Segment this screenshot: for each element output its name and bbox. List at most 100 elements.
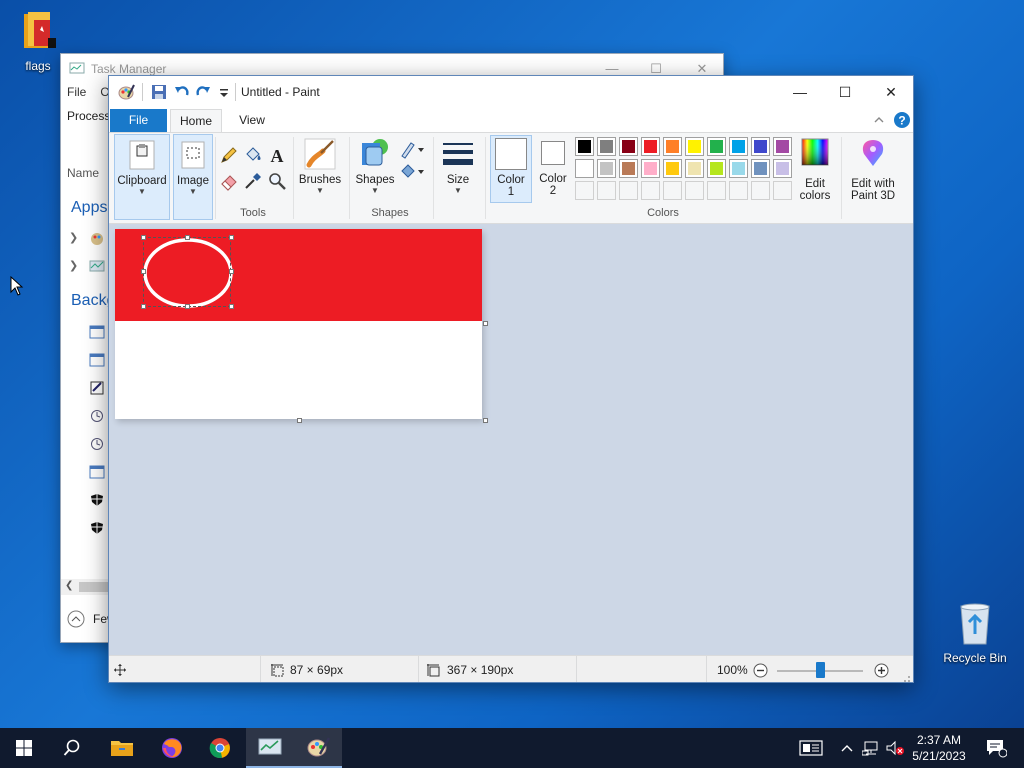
taskbar-file-explorer[interactable] (98, 728, 146, 768)
taskbar-chrome[interactable] (196, 728, 244, 768)
chevron-right-icon[interactable]: ❯ (69, 231, 78, 244)
edit-colors-button[interactable]: Edit colors (795, 137, 835, 202)
color2-button[interactable]: Color 2 (533, 135, 573, 203)
undo-icon[interactable] (173, 83, 191, 101)
menu-file[interactable]: File (67, 85, 86, 99)
canvas-resize-handle[interactable] (483, 321, 488, 326)
paint-window[interactable]: Untitled - Paint — ☐ ✕ File Home View ? … (108, 75, 914, 683)
canvas-area[interactable] (109, 224, 913, 655)
palette-swatch-empty[interactable] (685, 181, 704, 200)
maximize-button[interactable]: ☐ (822, 76, 868, 108)
palette-swatch-empty[interactable] (597, 181, 616, 200)
zoom-slider-thumb[interactable] (816, 662, 825, 678)
size-button[interactable]: Size ▼ (437, 137, 479, 195)
clock[interactable]: 2:37 AM 5/21/2023 (908, 728, 970, 768)
image-button[interactable]: Image ▼ (173, 134, 213, 220)
canvas-resize-handle[interactable] (483, 418, 488, 423)
palette-swatch-empty[interactable] (707, 181, 726, 200)
network-button[interactable] (860, 728, 882, 768)
selection-handle[interactable] (141, 235, 146, 240)
palette-swatch-empty[interactable] (575, 181, 594, 200)
tab-processes[interactable]: Process (67, 109, 110, 123)
scroll-left-icon[interactable]: ❮ (65, 580, 73, 591)
palette-swatch[interactable] (685, 137, 704, 156)
action-center-button[interactable] (978, 728, 1014, 768)
palette-swatch[interactable] (619, 137, 638, 156)
canvas-resize-handle[interactable] (297, 418, 302, 423)
taskbar-paint[interactable] (294, 728, 342, 768)
taskbar-task-manager[interactable] (246, 728, 294, 768)
eraser-icon[interactable] (219, 171, 239, 191)
paint-titlebar[interactable]: Untitled - Paint — ☐ ✕ (109, 76, 913, 108)
palette-swatch-empty[interactable] (773, 181, 792, 200)
palette-swatch[interactable] (597, 159, 616, 178)
palette-swatch[interactable] (575, 159, 594, 178)
search-button[interactable] (48, 728, 96, 768)
volume-button[interactable] (884, 728, 906, 768)
palette-swatch[interactable] (773, 159, 792, 178)
close-button[interactable]: ✕ (868, 76, 913, 108)
save-icon[interactable] (150, 83, 168, 101)
palette-swatch[interactable] (729, 159, 748, 178)
help-icon[interactable]: ? (893, 111, 911, 129)
clipboard-button[interactable]: Clipboard ▼ (114, 134, 170, 220)
edit-with-paint3d-button[interactable]: Edit with Paint 3D (845, 137, 901, 202)
palette-swatch[interactable] (597, 137, 616, 156)
magnifier-icon[interactable] (267, 171, 287, 191)
selection-box[interactable] (143, 237, 231, 307)
start-button[interactable] (0, 728, 48, 768)
palette-swatch[interactable] (707, 159, 726, 178)
news-widget-button[interactable] (796, 728, 826, 768)
palette-swatch-empty[interactable] (641, 181, 660, 200)
palette-swatch[interactable] (729, 137, 748, 156)
chevron-right-icon[interactable]: ❯ (69, 259, 78, 272)
fill-bucket-icon[interactable] (243, 145, 263, 165)
palette-swatch-empty[interactable] (751, 181, 770, 200)
shapes-button[interactable]: Shapes ▼ (353, 137, 397, 195)
paint-app-icon[interactable] (117, 83, 135, 101)
selection-handle[interactable] (141, 269, 146, 274)
drawing-canvas[interactable] (115, 229, 482, 419)
palette-swatch-empty[interactable] (663, 181, 682, 200)
zoom-out-icon[interactable] (753, 663, 768, 678)
minimize-button[interactable]: — (777, 76, 823, 108)
scroll-thumb[interactable] (79, 582, 109, 592)
selection-handle[interactable] (185, 304, 190, 309)
palette-swatch[interactable] (641, 159, 660, 178)
selection-handle[interactable] (185, 235, 190, 240)
pencil-icon[interactable] (219, 145, 239, 165)
palette-swatch[interactable] (773, 137, 792, 156)
selection-handle[interactable] (229, 269, 234, 274)
zoom-in-icon[interactable] (874, 663, 889, 678)
tab-file[interactable]: File (110, 109, 167, 132)
selection-handle[interactable] (229, 304, 234, 309)
selection-handle[interactable] (229, 235, 234, 240)
taskbar-firefox[interactable] (148, 728, 196, 768)
redo-icon[interactable] (194, 83, 212, 101)
selection-handle[interactable] (141, 304, 146, 309)
outline-icon[interactable] (399, 139, 425, 159)
palette-swatch[interactable] (663, 137, 682, 156)
customize-quick-access-icon[interactable] (215, 83, 233, 101)
brushes-button[interactable]: Brushes ▼ (295, 137, 345, 195)
show-hidden-icons-button[interactable] (838, 728, 856, 768)
text-icon[interactable]: A (267, 145, 287, 165)
desktop-icon-recycle-bin[interactable]: Recycle Bin (940, 602, 1010, 665)
collapse-ribbon-icon[interactable] (873, 114, 885, 126)
palette-swatch[interactable] (707, 137, 726, 156)
palette-swatch[interactable] (685, 159, 704, 178)
horizontal-scrollbar[interactable]: ❮ (61, 579, 111, 595)
palette-swatch[interactable] (663, 159, 682, 178)
palette-swatch[interactable] (575, 137, 594, 156)
color-picker-icon[interactable] (243, 171, 263, 191)
tab-view[interactable]: View (227, 109, 277, 132)
column-header-name[interactable]: Name (67, 166, 99, 180)
palette-swatch[interactable] (619, 159, 638, 178)
palette-swatch[interactable] (751, 159, 770, 178)
palette-swatch[interactable] (641, 137, 660, 156)
palette-swatch-empty[interactable] (619, 181, 638, 200)
fill-icon[interactable] (399, 161, 425, 181)
palette-swatch-empty[interactable] (729, 181, 748, 200)
color1-button[interactable]: Color 1 (490, 135, 532, 203)
resize-grip-icon[interactable] (901, 673, 911, 683)
